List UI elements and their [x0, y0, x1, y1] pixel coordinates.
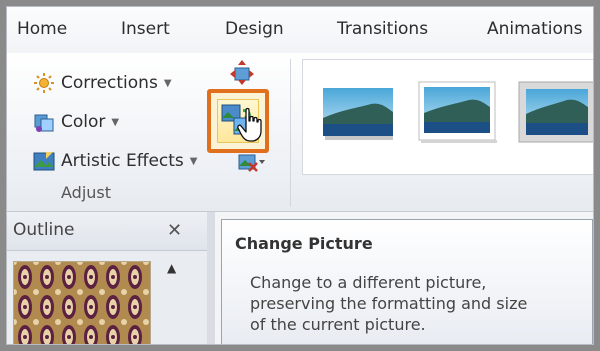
artistic-effects-label: Artistic Effects	[61, 151, 184, 171]
tooltip-title: Change Picture	[235, 234, 373, 253]
tab-outline[interactable]: Outline	[13, 220, 75, 240]
chevron-down-icon: ▼	[111, 116, 120, 128]
ribbon-tabs: Home Insert Design Transitions Animation…	[7, 7, 593, 54]
picture-styles-gallery	[302, 59, 594, 175]
close-icon[interactable]: ✕	[167, 220, 182, 241]
picture-style-thumbnail[interactable]	[517, 80, 594, 146]
scroll-up-icon[interactable]: ▲	[167, 261, 176, 275]
compress-pictures-icon[interactable]	[229, 59, 255, 85]
color-palette-icon	[34, 114, 54, 132]
tab-transitions[interactable]: Transitions	[337, 19, 428, 39]
picture-style-thumbnail[interactable]	[417, 80, 499, 144]
pane-splitter[interactable]	[207, 212, 215, 344]
picture-style-thumbnail[interactable]	[321, 84, 395, 142]
slide-thumbnail[interactable]	[13, 261, 151, 345]
tab-animations[interactable]: Animations	[487, 19, 583, 39]
ribbon: Corrections ▼ Color ▼ Artistic Effects ▼	[7, 53, 594, 212]
color-button[interactable]: Color ▼	[33, 108, 119, 136]
tooltip-body: Change to a different picture, preservin…	[250, 273, 528, 334]
tab-design[interactable]: Design	[225, 19, 284, 39]
ribbon-group-separator	[290, 59, 291, 207]
change-picture-tooltip: Change Picture Change to a different pic…	[221, 219, 593, 344]
mouse-cursor-icon	[237, 107, 262, 142]
sun-icon	[34, 73, 54, 93]
outline-pane-header: Outline ✕	[7, 212, 207, 251]
corrections-button[interactable]: Corrections ▼	[33, 69, 172, 97]
chevron-down-icon: ▼	[189, 155, 198, 167]
reset-picture-icon[interactable]	[235, 151, 265, 175]
chevron-down-icon: ▼	[163, 77, 172, 89]
outline-pane-body: ▲	[7, 251, 207, 345]
artistic-effects-button[interactable]: Artistic Effects ▼	[33, 147, 198, 175]
powerpoint-window: Home Insert Design Transitions Animation…	[6, 6, 594, 345]
artistic-effects-icon	[33, 152, 55, 171]
color-label: Color	[61, 112, 106, 132]
adjust-group-label: Adjust	[61, 183, 112, 202]
tab-home[interactable]: Home	[17, 19, 67, 39]
corrections-label: Corrections	[61, 73, 158, 93]
tab-insert[interactable]: Insert	[121, 19, 170, 39]
